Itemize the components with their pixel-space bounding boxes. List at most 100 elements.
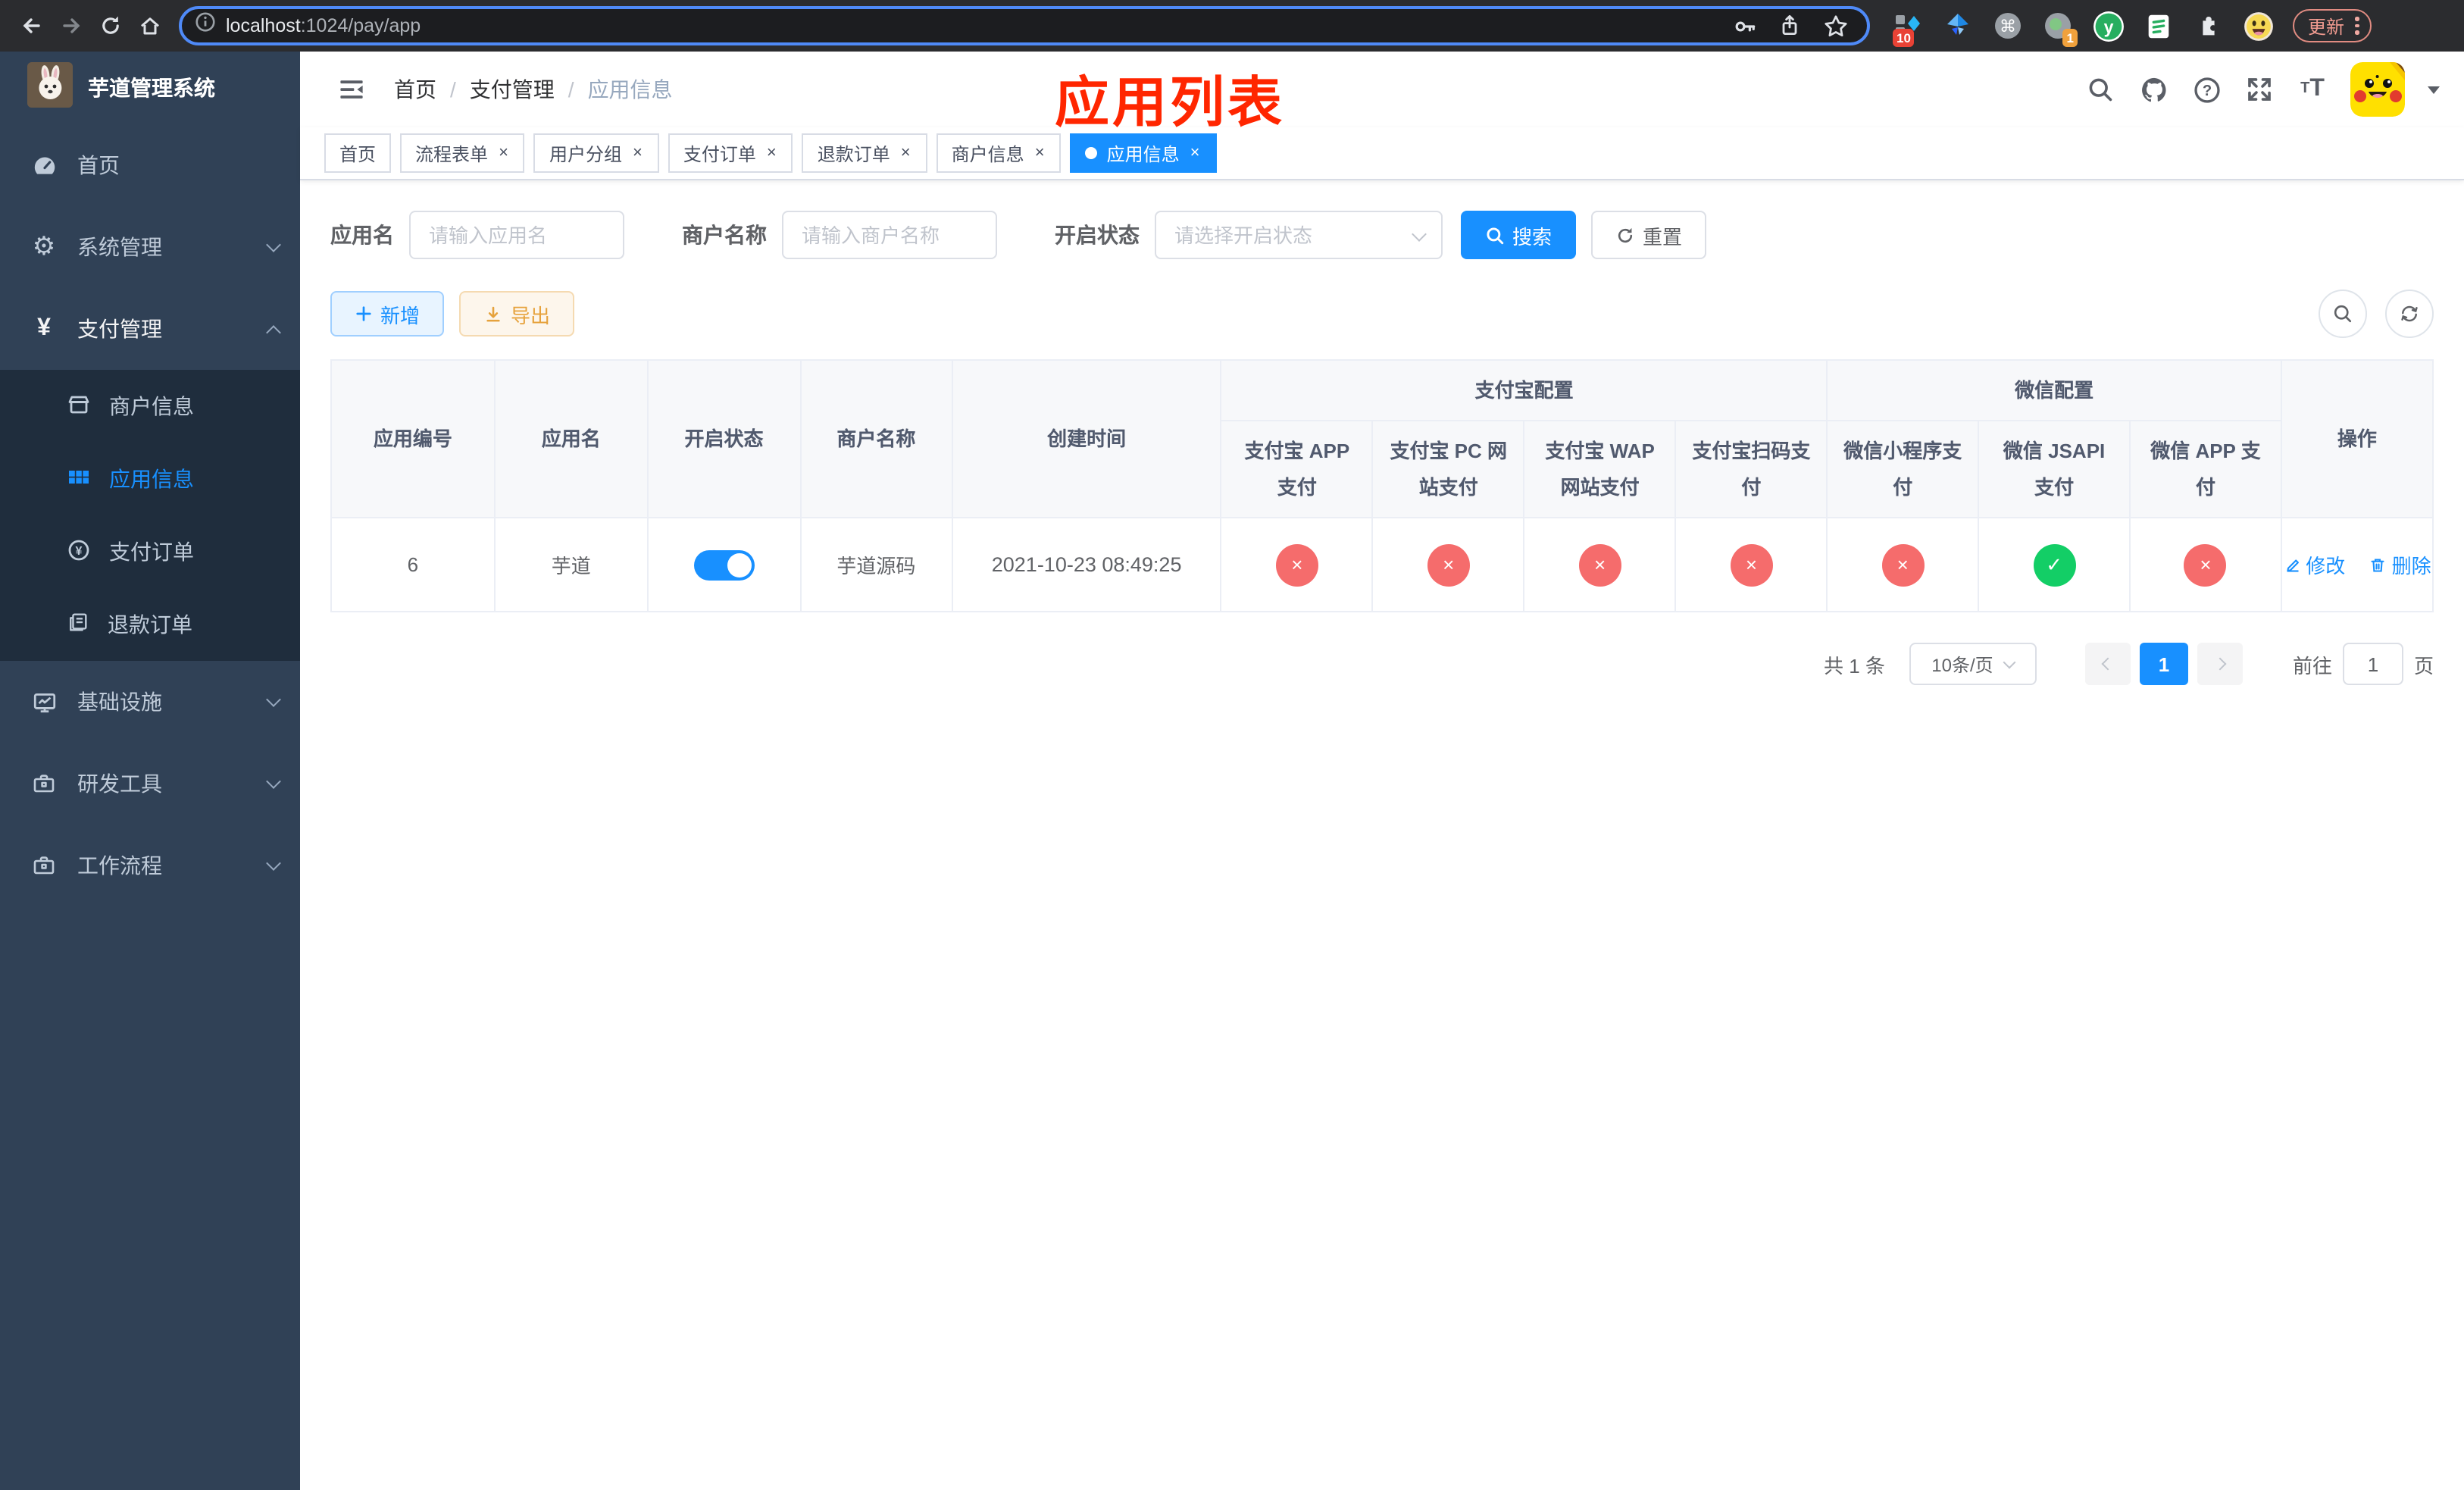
cell-merchant: 芋道源码: [799, 517, 953, 612]
sidebar-item-app-info[interactable]: 应用信息: [0, 443, 300, 515]
extension-command-icon[interactable]: ⌘: [1991, 9, 2025, 42]
share-icon[interactable]: [1770, 6, 1809, 45]
extension-badge: 10: [1893, 29, 1915, 47]
close-icon[interactable]: ×: [1033, 143, 1046, 163]
edit-link[interactable]: 修改: [2283, 550, 2345, 579]
merchant-name-input[interactable]: [782, 211, 997, 259]
reset-button[interactable]: 重置: [1591, 211, 1707, 259]
status-label: 开启状态: [1055, 223, 1140, 247]
sidebar-item-label: 退款订单: [108, 612, 192, 637]
sidebar-item-workflow[interactable]: 工作流程: [0, 825, 300, 906]
sidebar-item-refund-order[interactable]: 退款订单: [0, 588, 300, 661]
monitor-chart-icon: [30, 689, 58, 715]
extension-yudao-icon[interactable]: y: [2091, 9, 2125, 42]
top-navbar: 首页 / 支付管理 / 应用信息 应用列表 ? T T: [300, 52, 2464, 133]
browser-update-button[interactable]: 更新: [2293, 9, 2372, 42]
reload-icon[interactable]: [91, 6, 130, 45]
goto-page-input[interactable]: [2342, 643, 2403, 685]
tab-home[interactable]: 首页: [324, 133, 392, 173]
table-toolbar: 新增 导出: [330, 290, 2434, 338]
help-icon[interactable]: ?: [2191, 74, 2222, 105]
sidebar-item-system[interactable]: ⚙ 系统管理: [0, 206, 300, 288]
cell-app-name: 芋道: [493, 517, 649, 612]
extension-grid-diamond-icon[interactable]: 10: [1891, 9, 1925, 47]
close-icon[interactable]: ×: [1189, 143, 1202, 163]
add-button[interactable]: 新增: [330, 291, 445, 337]
close-icon[interactable]: ×: [631, 143, 644, 163]
profile-emoji-icon[interactable]: [2241, 9, 2275, 42]
page-1-button[interactable]: 1: [2139, 643, 2188, 685]
status-select[interactable]: [1155, 211, 1443, 259]
extension-kite-icon[interactable]: [1941, 9, 1975, 42]
extension-recorder-icon[interactable]: 1: [2041, 9, 2078, 47]
shop-icon: [67, 392, 91, 421]
svg-text:?: ?: [2202, 82, 2211, 99]
export-button[interactable]: 导出: [459, 291, 575, 337]
col-status: 开启状态: [646, 359, 802, 518]
tab-app-info[interactable]: 应用信息 ×: [1070, 133, 1217, 173]
col-operations: 操作: [2280, 359, 2434, 518]
browser-menu-icon[interactable]: [2355, 17, 2359, 35]
breadcrumb: 首页 / 支付管理 / 应用信息: [394, 74, 673, 105]
tab-user-group[interactable]: 用户分组 ×: [533, 133, 659, 173]
chevron-down-icon: [266, 692, 281, 707]
password-key-icon[interactable]: [1724, 6, 1764, 45]
search-button[interactable]: 搜索: [1461, 211, 1577, 259]
tab-flow-form[interactable]: 流程表单 ×: [400, 133, 525, 173]
sidebar-item-pay-order[interactable]: ¥ 支付订单: [0, 515, 300, 588]
sidebar-item-devtools[interactable]: 研发工具: [0, 743, 300, 825]
fullscreen-icon[interactable]: [2244, 74, 2275, 105]
close-icon[interactable]: ×: [497, 143, 510, 163]
sidebar-item-label: 商户信息: [109, 394, 194, 418]
sidebar-item-infrastructure[interactable]: 基础设施: [0, 661, 300, 743]
refresh-table-button[interactable]: [2385, 290, 2434, 338]
home-icon[interactable]: [130, 6, 170, 45]
active-dot: [1085, 147, 1098, 159]
chevron-down-icon: [266, 237, 281, 252]
breadcrumb-home[interactable]: 首页: [394, 74, 436, 105]
col-alipay-wap: 支付宝 WAP 网站支付: [1523, 420, 1677, 518]
extension-doc-icon[interactable]: [2141, 9, 2175, 42]
sidebar-item-label: 应用信息: [109, 467, 194, 491]
next-page-button[interactable]: [2197, 643, 2243, 685]
sidebar-item-payment[interactable]: ¥ 支付管理: [0, 288, 300, 370]
forward-icon[interactable]: [52, 6, 91, 45]
url-bar[interactable]: localhost:1024/pay/app: [179, 6, 1870, 45]
tab-merchant-info[interactable]: 商户信息 ×: [936, 133, 1062, 173]
show-search-toggle-button[interactable]: [2319, 290, 2367, 338]
tab-pay-order[interactable]: 支付订单 ×: [668, 133, 793, 173]
user-avatar[interactable]: [2350, 62, 2405, 117]
breadcrumb-payment[interactable]: 支付管理: [470, 74, 555, 105]
tab-refund-order[interactable]: 退款订单 ×: [802, 133, 927, 173]
page-size-select[interactable]: 10条/页: [1909, 643, 2037, 685]
app-logo[interactable]: 芋道管理系统: [0, 52, 300, 124]
avatar-dropdown-caret-icon[interactable]: [2428, 86, 2440, 93]
url-text: localhost:1024/pay/app: [226, 15, 421, 36]
bookmark-star-icon[interactable]: [1815, 6, 1855, 45]
status-toggle[interactable]: [693, 549, 755, 580]
close-icon[interactable]: ×: [765, 143, 778, 163]
header-search-icon[interactable]: [2085, 74, 2115, 105]
goto-label: 前往: [2292, 654, 2332, 677]
github-icon[interactable]: [2138, 74, 2169, 105]
delete-link[interactable]: 删除: [2369, 550, 2431, 579]
sidebar-item-home[interactable]: 首页: [0, 124, 300, 206]
sidebar-item-label: 首页: [77, 153, 120, 177]
extensions-puzzle-icon[interactable]: [2191, 9, 2225, 42]
sidebar-collapse-icon[interactable]: [324, 62, 379, 117]
back-icon[interactable]: [12, 6, 52, 45]
chevron-down-icon: [266, 856, 281, 871]
dashboard-icon: [30, 152, 58, 178]
sidebar-item-merchant-info[interactable]: 商户信息: [0, 370, 300, 443]
close-icon[interactable]: ×: [899, 143, 912, 163]
font-size-icon[interactable]: TT: [2297, 74, 2328, 105]
logo-rabbit-image: [27, 61, 73, 114]
site-info-icon[interactable]: [194, 11, 217, 41]
prev-page-button[interactable]: [2084, 643, 2131, 685]
extensions-strip: 10 ⌘ 1 y: [1891, 9, 2275, 47]
wechat-mini-status-icon: ×: [1881, 543, 1925, 586]
app-table: 应用编号 应用名 开启状态 商户名称 创建时间 支付宝配置 微信配置 操作 支付…: [330, 359, 2434, 612]
group-alipay-config: 支付宝配置: [1220, 359, 1828, 421]
col-wechat-app: 微信 APP 支付: [2129, 420, 2282, 518]
app-name-input[interactable]: [409, 211, 624, 259]
